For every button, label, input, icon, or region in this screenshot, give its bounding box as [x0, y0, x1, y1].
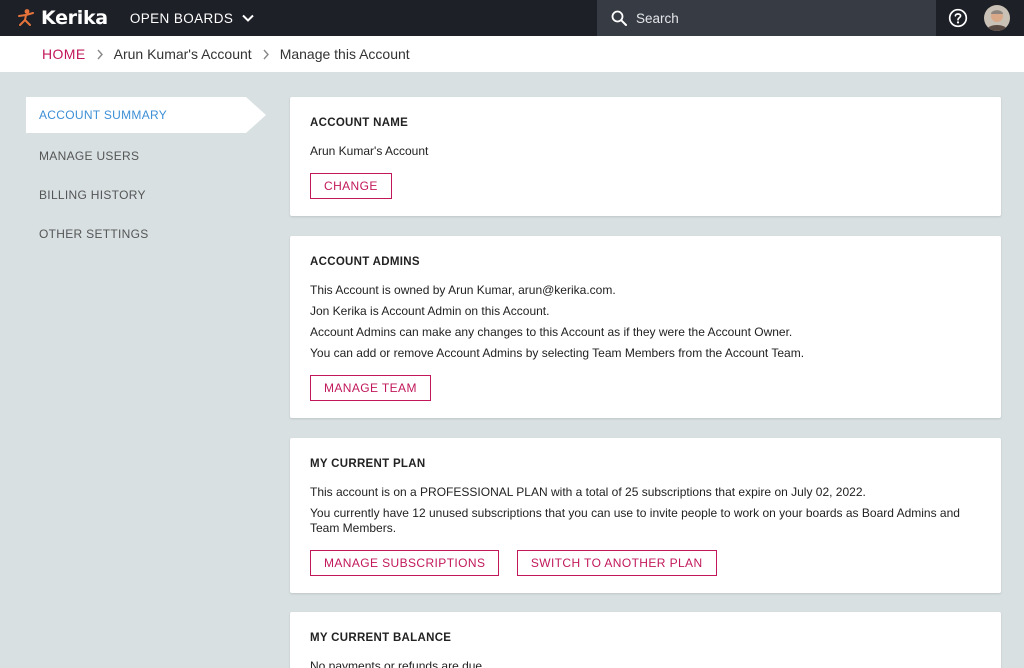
account-admins-card: ACCOUNT ADMINS This Account is owned by …: [290, 236, 1001, 418]
side-nav: ACCOUNT SUMMARY MANAGE USERS BILLING HIS…: [26, 97, 266, 253]
current-balance-card: MY CURRENT BALANCE No payments or refund…: [290, 612, 1001, 668]
nav-item-account-summary[interactable]: ACCOUNT SUMMARY: [26, 97, 266, 133]
open-boards-menu[interactable]: OPEN BOARDS: [130, 0, 254, 36]
chevron-right-icon: [97, 49, 103, 59]
admins-line: This Account is owned by Arun Kumar, aru…: [310, 283, 616, 297]
logo-text: Kerika: [41, 7, 108, 29]
open-boards-label: OPEN BOARDS: [129, 10, 234, 26]
avatar-icon: [984, 5, 1010, 31]
nav-item-billing-history[interactable]: BILLING HISTORY: [26, 175, 266, 214]
current-balance-title: MY CURRENT BALANCE: [310, 632, 452, 644]
account-admins-title: ACCOUNT ADMINS: [310, 256, 420, 268]
breadcrumb-home[interactable]: HOME: [42, 46, 86, 62]
plan-line: This account is on a PROFESSIONAL PLAN w…: [310, 485, 866, 499]
breadcrumb-account[interactable]: Arun Kumar's Account: [114, 46, 252, 62]
manage-subscriptions-button[interactable]: MANAGE SUBSCRIPTIONS: [310, 550, 500, 576]
breadcrumb: HOME Arun Kumar's Account Manage this Ac…: [0, 36, 1024, 72]
change-button[interactable]: CHANGE: [310, 173, 392, 199]
account-name-value: Arun Kumar's Account: [310, 144, 429, 158]
admins-line: Account Admins can make any changes to t…: [310, 325, 793, 339]
help-icon[interactable]: [948, 8, 968, 28]
search-input[interactable]: [636, 10, 916, 26]
search-icon: [611, 10, 627, 26]
kerika-logo[interactable]: Kerika: [16, 0, 108, 36]
chevron-right-icon: [263, 49, 269, 59]
manage-team-button[interactable]: MANAGE TEAM: [310, 375, 431, 401]
top-bar: Kerika OPEN BOARDS: [0, 0, 1024, 36]
plan-line: You currently have 12 unused subscriptio…: [310, 506, 960, 535]
account-name-card: ACCOUNT NAME Arun Kumar's Account CHANGE: [290, 97, 1001, 216]
nav-item-other-settings[interactable]: OTHER SETTINGS: [26, 214, 266, 253]
search-bar[interactable]: [597, 0, 936, 36]
switch-plan-button[interactable]: SWITCH TO ANOTHER PLAN: [516, 550, 717, 576]
chevron-down-icon: [242, 14, 254, 22]
nav-item-manage-users[interactable]: MANAGE USERS: [26, 136, 266, 175]
current-plan-title: MY CURRENT PLAN: [310, 458, 426, 470]
kerika-logo-icon: [18, 9, 34, 26]
account-name-title: ACCOUNT NAME: [310, 117, 409, 129]
balance-line: No payments or refunds are due.: [310, 659, 486, 668]
current-plan-card: MY CURRENT PLAN This account is on a PRO…: [290, 438, 1001, 593]
user-avatar[interactable]: [984, 5, 1010, 31]
admins-line: Jon Kerika is Account Admin on this Acco…: [310, 304, 550, 318]
admins-line: You can add or remove Account Admins by …: [310, 346, 805, 360]
breadcrumb-current: Manage this Account: [279, 46, 410, 62]
